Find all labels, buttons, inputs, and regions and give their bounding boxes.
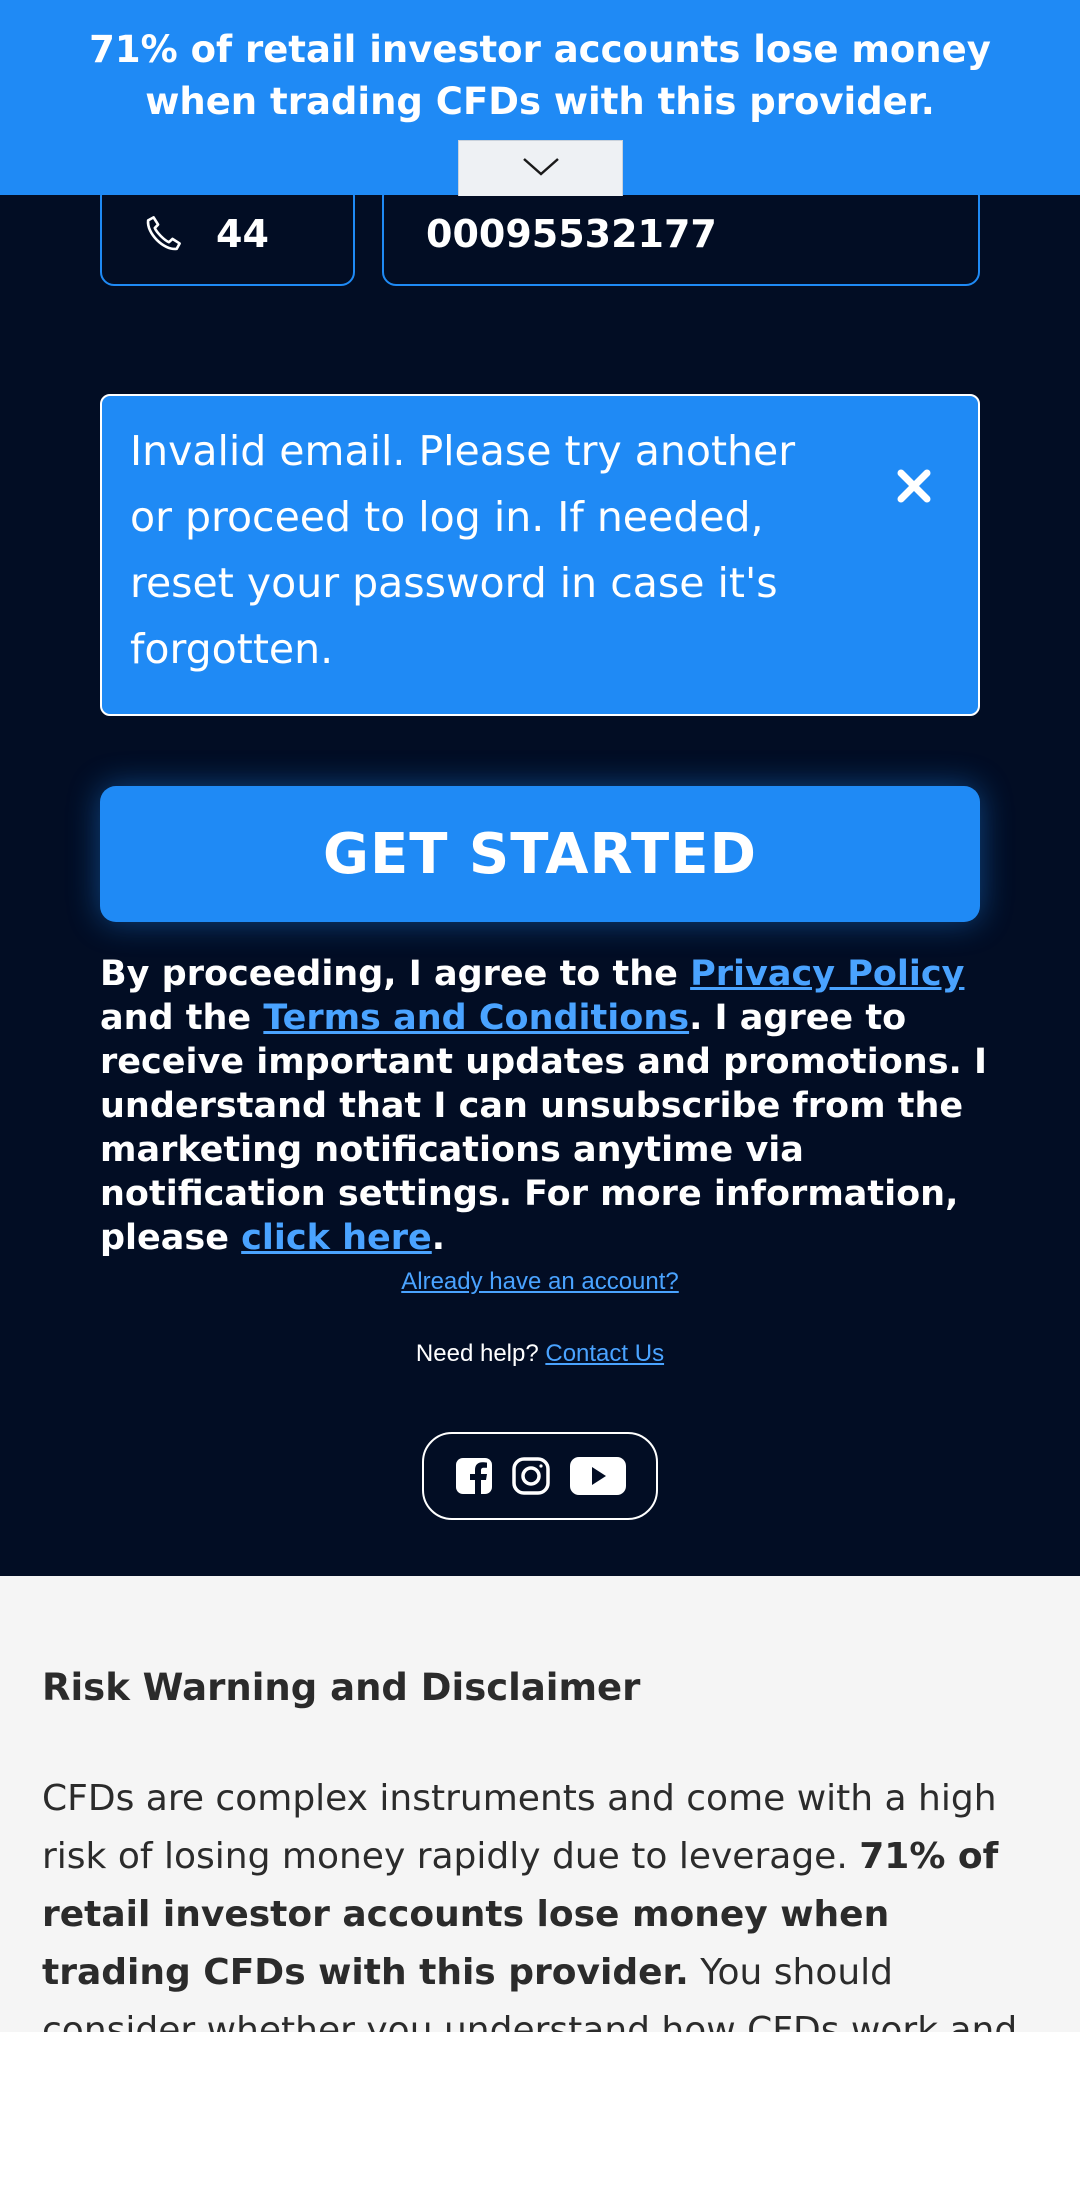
contact-us-link[interactable]: Contact Us [545, 1340, 664, 1367]
chevron-down-icon [521, 156, 561, 182]
signup-form-section: 44 00095532177 Invalid email. Please try… [0, 0, 1080, 1576]
disclaimer-title: Risk Warning and Disclaimer [42, 1666, 641, 1709]
risk-warning-text: 71% of retail investor accounts lose mon… [89, 28, 991, 123]
risk-disclaimer-section: Risk Warning and Disclaimer CFDs are com… [0, 1576, 1080, 2032]
disclaimer-body: CFDs are complex instruments and come wi… [42, 1770, 1042, 2032]
click-here-link[interactable]: click here [241, 1218, 432, 1258]
banner-collapse-button[interactable] [458, 140, 623, 196]
phone-icon [142, 213, 184, 255]
consent-text-part: . [431, 1218, 446, 1258]
phone-number-value: 00095532177 [426, 212, 717, 256]
error-message: Invalid email. Please try another or pro… [130, 427, 796, 673]
phone-number-field[interactable]: 00095532177 [382, 182, 980, 286]
facebook-icon[interactable] [454, 1456, 494, 1496]
consent-text-part: and the [100, 998, 264, 1038]
error-alert: Invalid email. Please try another or pro… [100, 394, 980, 716]
terms-and-conditions-link[interactable]: Terms and Conditions [263, 998, 689, 1038]
signup-page: 44 00095532177 Invalid email. Please try… [0, 0, 1080, 2186]
privacy-policy-link[interactable]: Privacy Policy [690, 954, 964, 994]
get-started-button[interactable]: GET STARTED [100, 786, 980, 922]
consent-text: By proceeding, I agree to the Privacy Po… [100, 952, 990, 1260]
instagram-icon[interactable] [511, 1456, 551, 1496]
phone-country-code-field[interactable]: 44 [100, 182, 355, 286]
bottom-blank-area [0, 2032, 1080, 2186]
close-icon[interactable] [886, 458, 942, 514]
help-row: Need help? Contact Us [0, 1340, 1080, 1368]
login-link-row: Already have an account? [0, 1268, 1080, 1296]
already-have-account-link[interactable]: Already have an account? [401, 1268, 679, 1295]
consent-text-part: By proceeding, I agree to the [100, 954, 691, 994]
need-help-label: Need help? [415, 1340, 546, 1367]
youtube-icon[interactable] [569, 1456, 627, 1496]
disclaimer-text: CFDs are complex instruments and come wi… [42, 1778, 997, 1877]
risk-warning-banner: 71% of retail investor accounts lose mon… [0, 0, 1080, 196]
phone-country-code-value: 44 [216, 212, 269, 256]
social-links [422, 1432, 658, 1520]
